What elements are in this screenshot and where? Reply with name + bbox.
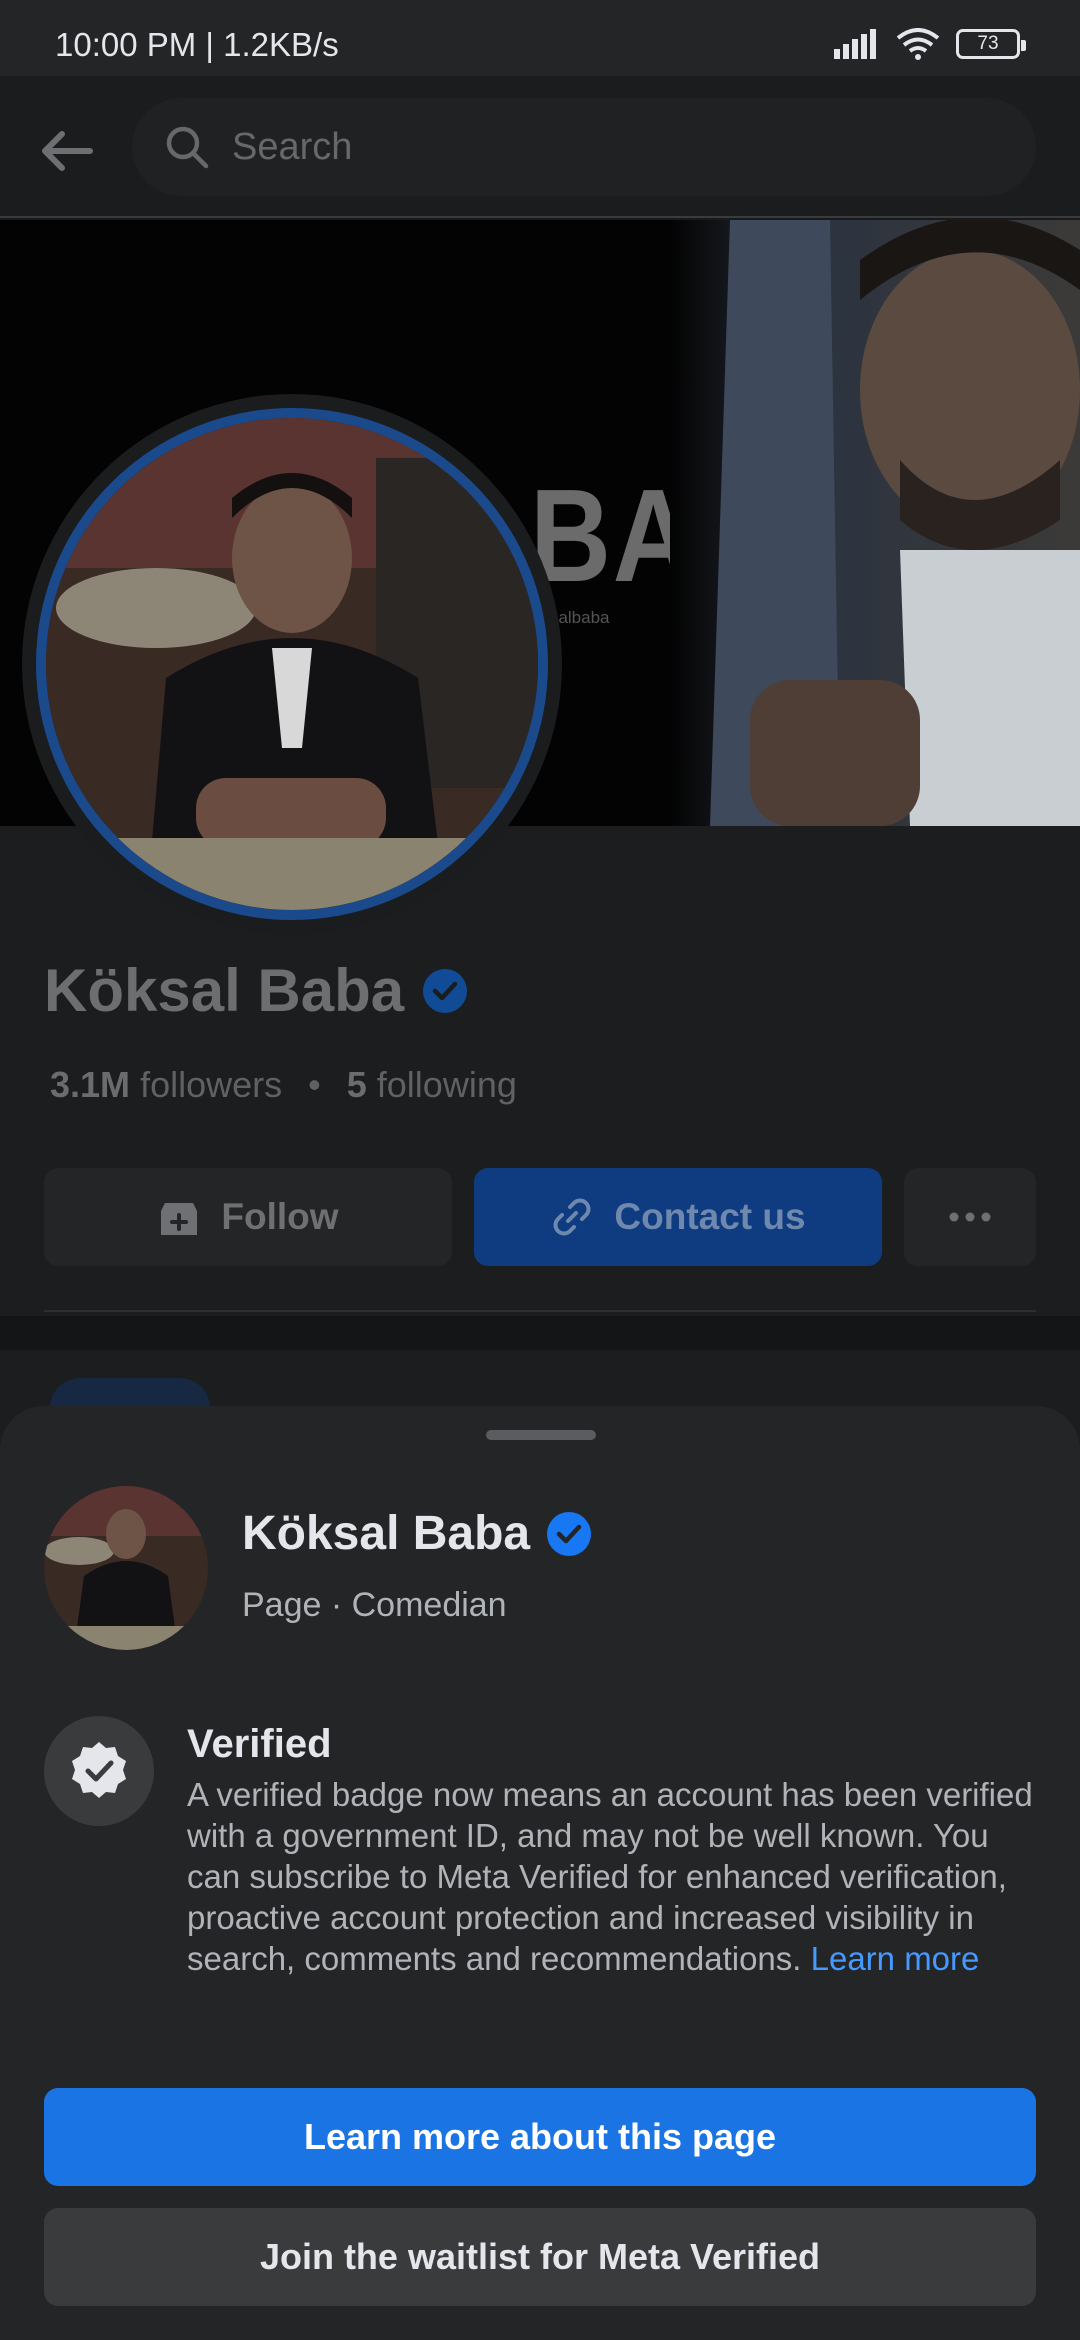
following-stat[interactable]: 5 following — [347, 1064, 517, 1106]
status-icons: 73 — [834, 28, 1026, 60]
status-time-speed: 10:00 PM | 1.2KB/s — [55, 26, 339, 63]
followers-count: 3.1M — [50, 1064, 131, 1105]
sheet-page-category: Page · Comedian — [242, 1586, 507, 1624]
signal-icon — [834, 29, 876, 59]
status-bar: 10:00 PM | 1.2KB/s 73 — [0, 0, 1080, 76]
profile-stats: 3.1M followers • 5 following — [50, 1064, 517, 1106]
verified-badge-icon[interactable] — [422, 968, 468, 1014]
join-waitlist-button[interactable]: Join the waitlist for Meta Verified — [44, 2208, 1036, 2306]
more-options-button[interactable] — [904, 1168, 1036, 1266]
link-icon — [553, 1198, 591, 1236]
contact-us-label: Contact us — [614, 1196, 806, 1237]
profile-photo — [36, 408, 548, 920]
search-icon — [166, 126, 209, 169]
sheet-drag-handle[interactable] — [486, 1430, 596, 1440]
profile-avatar[interactable] — [22, 394, 562, 934]
wifi-icon — [896, 28, 940, 60]
sheet-page-name: Köksal Baba — [242, 1507, 531, 1560]
verified-heading: Verified — [187, 1722, 332, 1766]
back-arrow-icon[interactable] — [32, 116, 102, 186]
following-label: following — [376, 1064, 517, 1105]
contact-us-button[interactable]: Contact us — [474, 1168, 882, 1266]
followers-label: followers — [140, 1064, 283, 1105]
sheet-avatar-image — [44, 1486, 208, 1650]
cover-portrait-image — [670, 220, 1080, 826]
search-input[interactable]: Search — [132, 98, 1036, 196]
verified-badge-icon — [547, 1511, 592, 1556]
follow-icon — [161, 1203, 198, 1235]
profile-photo-image — [46, 418, 538, 910]
battery-level: 73 — [977, 33, 999, 54]
sheet-avatar — [44, 1486, 208, 1650]
sheet-name-row: Köksal Baba — [242, 1506, 592, 1561]
battery-icon: 73 — [956, 29, 1026, 59]
search-placeholder: Search — [232, 125, 353, 168]
stats-separator: • — [308, 1064, 321, 1105]
section-divider — [44, 1310, 1036, 1312]
section-gap — [0, 1316, 1080, 1350]
join-waitlist-label: Join the waitlist for Meta Verified — [259, 2236, 821, 2277]
learn-more-about-page-label: Learn more about this page — [303, 2116, 777, 2157]
follow-button[interactable]: Follow — [44, 1168, 452, 1266]
profile-actions: Follow Contact us — [44, 1168, 1036, 1266]
verification-bottom-sheet: Köksal Baba Page · Comedian Verified A v… — [0, 1406, 1080, 2340]
learn-more-about-page-button[interactable]: Learn more about this page — [44, 2088, 1036, 2186]
verified-description: A verified badge now means an account ha… — [187, 1774, 1047, 1979]
following-count: 5 — [346, 1064, 367, 1105]
top-bar: Search — [0, 76, 1080, 218]
more-horizontal-icon — [949, 1212, 991, 1222]
followers-stat[interactable]: 3.1M followers — [50, 1064, 282, 1106]
profile-name-row: Köksal Baba — [44, 956, 468, 1025]
page-title: Köksal Baba — [44, 957, 405, 1024]
follow-label: Follow — [221, 1196, 339, 1237]
verified-icon-circle — [44, 1716, 154, 1826]
learn-more-link[interactable]: Learn more — [811, 1940, 980, 1977]
verified-seal-icon — [72, 1742, 126, 1798]
